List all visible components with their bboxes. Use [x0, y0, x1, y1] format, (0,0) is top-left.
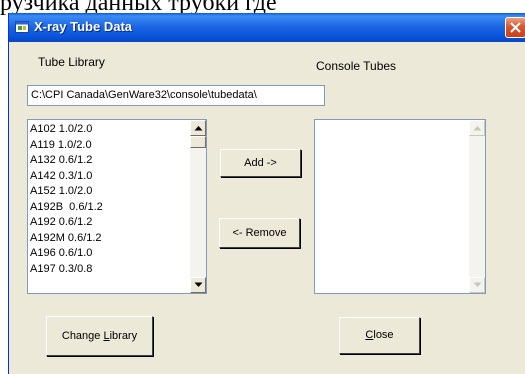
list-item[interactable]: A192 0.6/1.2: [30, 215, 188, 231]
scroll-up-button[interactable]: [469, 120, 485, 136]
window-title: X-ray Tube Data: [34, 19, 133, 34]
console-tubes-label: Console Tubes: [316, 59, 397, 73]
remove-button[interactable]: <- Remove: [219, 218, 300, 248]
up-arrow-icon: [194, 126, 203, 131]
list-item[interactable]: A192B 0.6/1.2: [30, 200, 188, 216]
scroll-down-button[interactable]: [190, 277, 206, 293]
window-close-button[interactable]: [505, 17, 525, 38]
list-item[interactable]: A152 1.0/2.0: [30, 184, 188, 200]
list-item[interactable]: A132 0.6/1.2: [30, 153, 188, 169]
title-bar[interactable]: X-ray Tube Data: [9, 13, 525, 42]
change-library-label-pre: Change: [61, 330, 104, 342]
console-tubes-listbox[interactable]: [314, 119, 486, 294]
up-arrow-icon: [473, 126, 482, 131]
library-path-field[interactable]: C:\CPI Canada\GenWare32\console\tubedata…: [27, 85, 325, 106]
tube-library-items: A102 1.0/2.0 A119 1.0/2.0 A132 0.6/1.2 A142…: [30, 122, 188, 277]
x-ray-tube-data-dialog: X-ray Tube Data Tube Library Console Tub…: [8, 13, 525, 374]
down-arrow-icon: [194, 282, 203, 287]
add-button[interactable]: Add ->: [220, 149, 301, 177]
list-item[interactable]: A142 0.3/1.0: [30, 169, 188, 185]
app-window-icon: [15, 20, 30, 34]
close-button[interactable]: Close: [339, 317, 420, 354]
scroll-thumb[interactable]: [190, 136, 206, 148]
list-item[interactable]: A102 1.0/2.0: [30, 122, 188, 138]
page: рузчика данных трубки где X-ray Tube Dat…: [0, 0, 525, 374]
console-tubes-scrollbar[interactable]: [469, 120, 485, 293]
tube-library-label: Tube Library: [38, 55, 105, 69]
down-arrow-icon: [473, 282, 482, 287]
list-item[interactable]: A196 0.6/1.0: [30, 246, 188, 262]
close-label-post: lose: [373, 329, 394, 341]
list-item[interactable]: A192M 0.6/1.2: [30, 231, 188, 247]
list-item[interactable]: A197 0.3/0.8: [30, 262, 188, 278]
change-library-label-post: ibrary: [109, 330, 138, 342]
tube-library-listbox[interactable]: A102 1.0/2.0 A119 1.0/2.0 A132 0.6/1.2 A142…: [27, 119, 207, 294]
scroll-down-button[interactable]: [469, 277, 485, 293]
change-library-button[interactable]: Change Library: [46, 316, 153, 356]
scroll-up-button[interactable]: [190, 120, 206, 136]
tube-library-scrollbar[interactable]: [190, 120, 206, 293]
list-item[interactable]: A119 1.0/2.0: [30, 138, 188, 154]
